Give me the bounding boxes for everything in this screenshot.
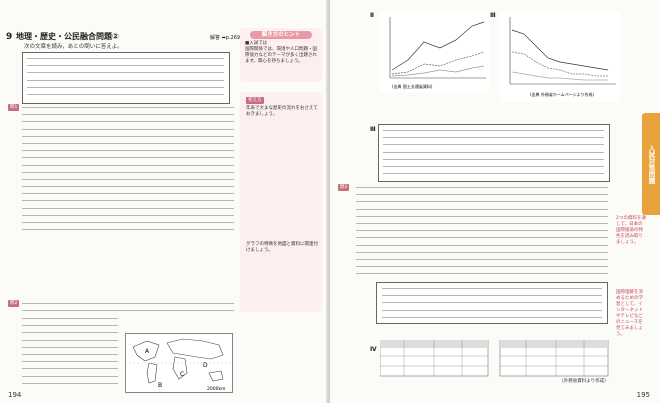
question-marker-3: 問3 xyxy=(338,184,350,191)
question-2-text-b xyxy=(22,318,118,390)
page-number-left: 194 xyxy=(8,391,22,399)
note-2: 国際理解を深めるための学習として、インターネットやテレビなどのニュースを見てみま… xyxy=(616,290,643,337)
chart-caption-right: (出典 外務省ホームページより作成) xyxy=(530,91,595,97)
question-number: 9 xyxy=(6,32,13,42)
answer-choice-lines xyxy=(382,288,602,324)
answer-choices-box xyxy=(376,282,608,324)
textbook-spread: 9 地理・歴史・公民融合問題② 解答 ➡p.269 次の文章を読み，あとの問いに… xyxy=(0,0,660,403)
line-graph-left: (出典 国土交通省資料) xyxy=(380,12,490,92)
chart-caption-left: (出典 国土交通省資料) xyxy=(392,83,433,89)
line-graph-right: (出典 外務省ホームページより作成) xyxy=(500,12,620,102)
figure-label-2: Ⅲ xyxy=(490,12,496,19)
hint-panel: 解き方のヒント ■入試では 国際関係では、環境や人口問題・国際協力などのテーマが… xyxy=(240,28,322,82)
passage-text-lines xyxy=(27,58,224,101)
page-number-right: 195 xyxy=(636,391,650,399)
right-page: Ⅱ (出典 国土交通省資料) Ⅲ (出典 外務省ホームページより作成) Ⅲ 問3… xyxy=(330,0,660,403)
hint-chart-text: グラフの特徴を地図と資料に関連付けましょう。 xyxy=(246,242,318,253)
question-title: 地理・歴史・公民融合問題② xyxy=(16,32,119,41)
passage-box xyxy=(22,52,230,104)
table-footer: (外務省資料より作成) xyxy=(562,379,606,384)
map-scale: 2000km xyxy=(207,386,225,392)
hint-sub-text: 年表で大まな歴史の流れをおさえておきましょう。 xyxy=(246,106,318,117)
hint-sub-title: 考え方 xyxy=(246,97,264,104)
note-1: 2つの資料を通して、日本の国際援助の特色を読み取りましょう。 xyxy=(616,216,646,245)
hint-title: 解き方のヒント xyxy=(250,31,312,39)
hint-side-column: 考え方 年表で大まな歴史の流れをおさえておきましょう。 グラフの特徴を地図と資料… xyxy=(240,92,322,312)
right-notes-column: 2つの資料を通して、日本の国際援助の特色を読み取りましょう。 xyxy=(616,216,646,296)
passage-box-right xyxy=(378,124,610,182)
question-1-text xyxy=(22,107,234,236)
side-tab[interactable]: 入試対策問題 xyxy=(642,113,660,215)
figure-label-4: Ⅳ xyxy=(370,346,377,353)
question-marker-1: 問1 xyxy=(8,104,20,111)
map-label-c: C xyxy=(180,371,184,378)
answer-reference: 解答 ➡p.269 xyxy=(210,35,241,41)
data-tables xyxy=(380,340,609,377)
figure-label-1: Ⅱ xyxy=(370,12,374,19)
world-map: A B C D 2000km xyxy=(125,333,233,393)
question-2-text-a xyxy=(22,303,234,317)
map-label-d: D xyxy=(203,362,208,369)
question-3-text xyxy=(356,187,608,280)
passage-right-lines xyxy=(383,130,604,180)
left-page: 9 地理・歴史・公民融合問題② 解答 ➡p.269 次の文章を読み，あとの問いに… xyxy=(0,0,330,403)
question-marker-2: 問2 xyxy=(8,300,20,307)
figure-label-3: Ⅲ xyxy=(370,126,376,133)
question-intro: 次の文章を読み，あとの問いに答えよ。 xyxy=(24,44,123,50)
hint-item-2: 国際関係では、環境や人口問題・国際協力などのテーマが多く出題されます。関心を持ち… xyxy=(245,47,317,64)
map-label-b: B xyxy=(158,382,162,389)
